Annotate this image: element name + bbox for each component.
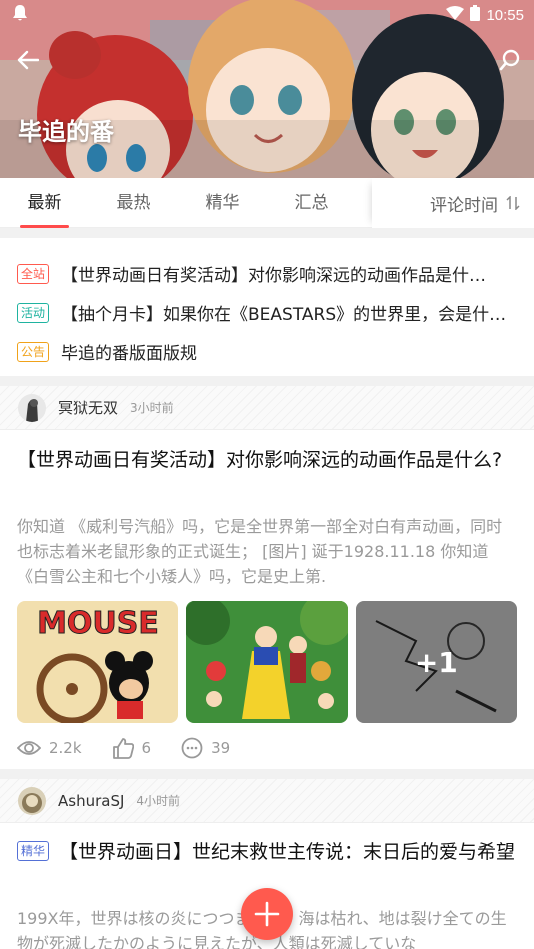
divider: [0, 376, 534, 386]
post-image[interactable]: [186, 601, 348, 723]
likes-stat[interactable]: 6: [112, 737, 152, 759]
comments-stat[interactable]: 39: [181, 737, 230, 759]
wifi-icon: [446, 6, 465, 24]
notice-text: 【抽个月卡】如果你在《BEASTARS》的世界里，会是什…: [61, 305, 507, 325]
featured-tag: 精华: [17, 841, 50, 861]
tab-latest[interactable]: 最新: [0, 178, 89, 228]
status-time: 10:55: [486, 6, 524, 24]
divider: [0, 228, 534, 238]
page-title: 毕追的番: [18, 118, 114, 146]
post-stats: 2.2k 6 39: [17, 733, 260, 763]
battery-icon: [470, 5, 481, 25]
author-name[interactable]: AshuraSJ: [58, 792, 124, 810]
post-time: 3小时前: [130, 401, 174, 415]
sort-arrows-icon: [506, 196, 520, 210]
post-image[interactable]: +1: [355, 601, 517, 723]
back-button[interactable]: [12, 44, 44, 76]
sort-label: 评论时间: [430, 195, 498, 216]
more-images-count: +1: [355, 601, 517, 723]
divider: [0, 769, 534, 779]
toolbar: [0, 40, 534, 80]
tab-featured[interactable]: 精华: [178, 178, 267, 228]
search-icon: [499, 49, 520, 71]
plus-icon: [254, 901, 280, 927]
avatar[interactable]: [18, 786, 46, 815]
notice-text: 【世界动画日有奖活动】对你影响深远的动画作品是什…: [61, 266, 487, 286]
post-image[interactable]: MOUSE: [17, 601, 179, 723]
notice-tag: 全站: [17, 263, 50, 284]
comments-count: 39: [211, 739, 231, 757]
post-excerpt[interactable]: 你知道 《威利号汽船》吗，它是全世界第一部全对白有声动画，同时也标志着米老鼠形象…: [17, 514, 517, 590]
svg-text:MOUSE: MOUSE: [37, 606, 159, 641]
notification-icon: [12, 4, 28, 26]
search-button[interactable]: [494, 44, 526, 76]
notice-item[interactable]: 全站 【世界动画日有奖活动】对你影响深远的动画作品是什…: [0, 254, 534, 293]
notice-tag: 活动: [17, 302, 50, 323]
post-title-text: 【世界动画日】世纪末救世主传说：末日后的爱与希望: [59, 841, 516, 863]
tab-summary[interactable]: 汇总: [267, 178, 356, 228]
views-stat: 2.2k: [17, 739, 82, 757]
likes-count: 6: [141, 739, 152, 757]
eye-icon: [17, 741, 41, 755]
notice-item[interactable]: 公告 毕追的番版面版规: [0, 332, 534, 371]
post-author-row[interactable]: 冥狱无双 3小时前: [0, 386, 534, 430]
post-title[interactable]: 【世界动画日有奖活动】对你影响深远的动画作品是什么?: [17, 446, 517, 475]
post-title[interactable]: 精华 【世界动画日】世纪末救世主传说：末日后的爱与希望: [17, 838, 517, 867]
comment-icon: [181, 737, 203, 759]
post-author-row[interactable]: AshuraSJ 4小时前: [0, 779, 534, 823]
thumbs-up-icon: [112, 738, 134, 759]
status-bar: 10:55: [0, 0, 534, 30]
views-count: 2.2k: [49, 739, 82, 757]
notice-item[interactable]: 活动 【抽个月卡】如果你在《BEASTARS》的世界里，会是什…: [0, 293, 534, 332]
avatar[interactable]: [18, 393, 46, 422]
arrow-left-icon: [17, 50, 39, 70]
post-time: 4小时前: [136, 794, 181, 808]
notice-tag: 公告: [17, 341, 50, 362]
header-banner: 10:55 毕追的番: [0, 0, 534, 178]
tab-bar: 最新 最热 精华 汇总 评论时间: [0, 178, 534, 228]
notice-text: 毕追的番版面版规: [61, 344, 198, 364]
tab-hottest[interactable]: 最热: [89, 178, 178, 228]
new-post-button[interactable]: [241, 888, 293, 940]
author-name[interactable]: 冥狱无双: [58, 397, 118, 418]
post-images: MOUSE +1: [17, 601, 517, 723]
sort-button[interactable]: 评论时间: [372, 178, 534, 228]
notice-list: 全站 【世界动画日有奖活动】对你影响深远的动画作品是什… 活动 【抽个月卡】如果…: [0, 238, 534, 376]
